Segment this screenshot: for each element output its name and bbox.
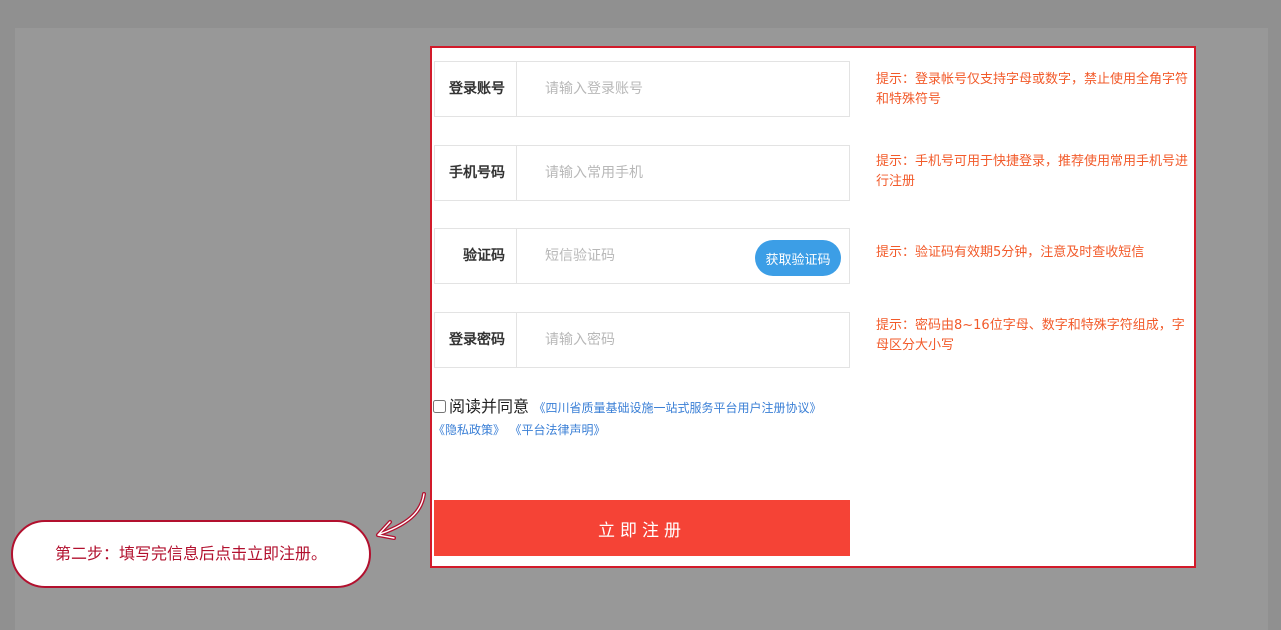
mobile-row: 手机号码	[434, 145, 850, 201]
mobile-label: 手机号码	[435, 146, 517, 200]
mobile-hint: 提示：手机号可用于快捷登录，推荐使用常用手机号进行注册	[876, 154, 1189, 189]
top-band	[0, 0, 1281, 28]
agreement-block: 阅读并同意 《四川省质量基础设施一站式服务平台用户注册协议》 《隐私政策》 《平…	[433, 396, 853, 441]
sms-code-row: 验证码 获取验证码	[434, 228, 850, 284]
sms-code-label: 验证码	[435, 229, 517, 283]
login-account-row: 登录账号	[434, 61, 850, 117]
login-account-label: 登录账号	[435, 62, 517, 116]
password-label: 登录密码	[435, 313, 517, 367]
legal-statement-link[interactable]: 《平台法律声明》	[509, 423, 605, 437]
privacy-policy-link[interactable]: 《隐私政策》	[433, 423, 505, 437]
callout-arrow-icon	[376, 492, 426, 540]
agreement-checkbox[interactable]	[433, 400, 446, 413]
password-hint: 提示：密码由8~16位字母、数字和特殊字符组成，字母区分大小写	[876, 318, 1185, 353]
registration-panel: 登录账号 提示：登录帐号仅支持字母或数字，禁止使用全角字符和特殊符号 手机号码 …	[430, 46, 1196, 568]
sms-code-hint: 提示：验证码有效期5分钟，注意及时查收短信	[876, 245, 1145, 260]
step-callout-bubble: 第二步：填写完信息后点击立即注册。	[11, 520, 371, 588]
login-account-hint: 提示：登录帐号仅支持字母或数字，禁止使用全角字符和特殊符号	[876, 72, 1189, 107]
sms-code-input[interactable]	[517, 229, 757, 283]
right-band	[1268, 28, 1281, 630]
agreement-prefix: 阅读并同意	[449, 397, 530, 416]
password-row: 登录密码	[434, 312, 850, 368]
password-input[interactable]	[517, 313, 849, 367]
register-submit-button[interactable]: 立即注册	[434, 500, 850, 556]
get-sms-code-button[interactable]: 获取验证码	[755, 240, 841, 276]
mobile-input[interactable]	[517, 146, 849, 200]
user-agreement-link[interactable]: 《四川省质量基础设施一站式服务平台用户注册协议》	[533, 401, 821, 415]
login-account-input[interactable]	[517, 62, 849, 116]
